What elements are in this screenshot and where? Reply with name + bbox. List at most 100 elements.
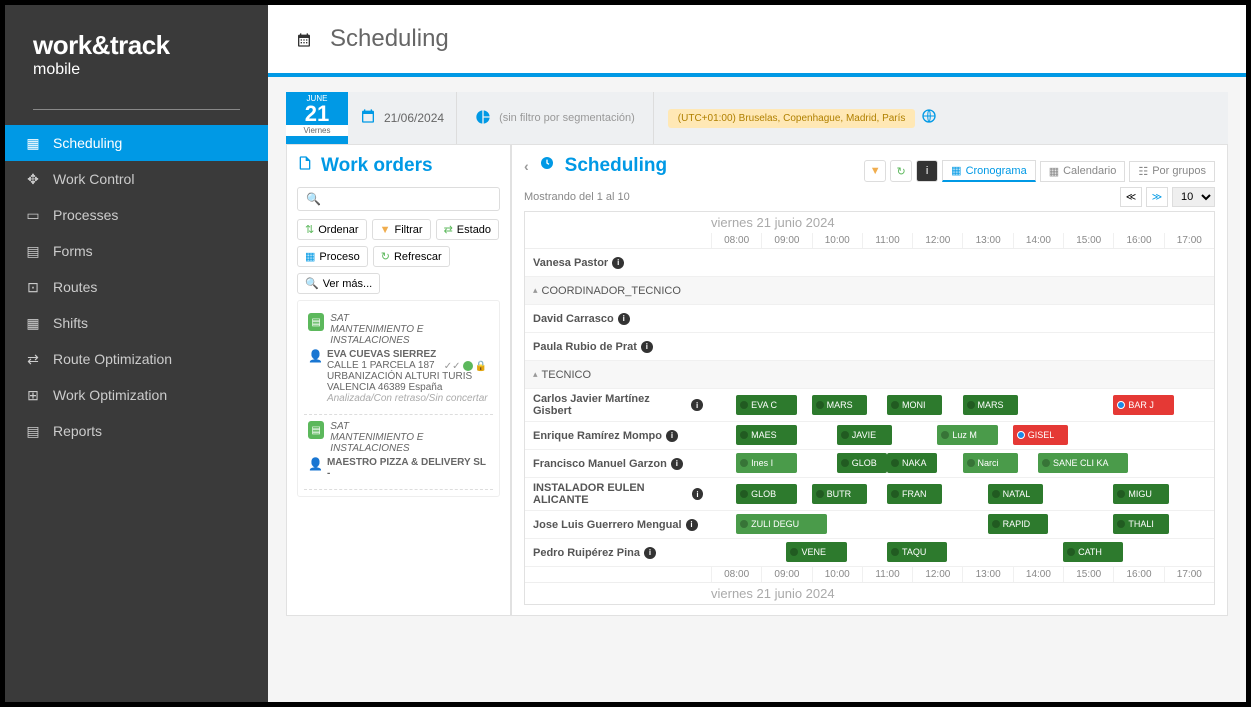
- info-icon[interactable]: i: [671, 458, 683, 470]
- row-track[interactable]: VENE TAQU CATH: [711, 539, 1214, 566]
- scheduled-task[interactable]: Luz M: [937, 425, 997, 445]
- scheduled-task[interactable]: THALI: [1113, 514, 1168, 534]
- page-size-select[interactable]: 10: [1172, 187, 1215, 207]
- nav-label: Routes: [53, 279, 97, 295]
- scheduled-task[interactable]: TAQU: [887, 542, 947, 562]
- info-icon[interactable]: i: [618, 313, 630, 325]
- scheduled-task[interactable]: MARS: [812, 395, 867, 415]
- tab-cronograma[interactable]: ▦ Cronograma: [942, 160, 1036, 182]
- info-icon[interactable]: i: [692, 488, 703, 500]
- sort-button[interactable]: ⇅Ordenar: [297, 219, 367, 240]
- scheduled-task[interactable]: Narci: [963, 453, 1018, 473]
- gantt-group-row: ▴ TECNICO: [525, 361, 1214, 389]
- sidebar-item-routes[interactable]: ⊡Routes: [5, 269, 268, 305]
- view-more-button[interactable]: 🔍Ver más...: [297, 273, 380, 294]
- scheduled-task[interactable]: SANE CLI KA: [1038, 453, 1129, 473]
- gantt-person-row: Paula Rubio de Prat i: [525, 333, 1214, 361]
- row-track[interactable]: [711, 361, 1214, 388]
- chevron-up-icon[interactable]: ▴: [533, 285, 538, 296]
- task-dot-icon: [992, 520, 1000, 528]
- collapse-arrow-icon[interactable]: ‹: [524, 158, 529, 174]
- sidebar-item-forms[interactable]: ▤Forms: [5, 233, 268, 269]
- scheduled-task[interactable]: MONI: [887, 395, 942, 415]
- row-track[interactable]: [711, 305, 1214, 332]
- refresh-button[interactable]: ↻Refrescar: [373, 246, 450, 267]
- task-dot-icon: [1117, 520, 1125, 528]
- row-track[interactable]: EVA C MARS MONI MARS BAR J: [711, 392, 1214, 419]
- sidebar-item-scheduling[interactable]: ▦Scheduling: [5, 125, 268, 161]
- task-dot-icon: [841, 459, 849, 467]
- sidebar-item-shifts[interactable]: ▦Shifts: [5, 305, 268, 341]
- scheduled-task[interactable]: MARS: [963, 395, 1018, 415]
- scheduled-task[interactable]: MIGU: [1113, 484, 1168, 504]
- pager-next[interactable]: ≫: [1146, 187, 1168, 207]
- sidebar-item-work-control[interactable]: ✥Work Control: [5, 161, 268, 197]
- chevron-up-icon[interactable]: ▴: [533, 369, 538, 380]
- info-tool[interactable]: i: [916, 160, 938, 182]
- row-track[interactable]: [711, 333, 1214, 360]
- row-name: Paula Rubio de Prat i: [525, 337, 711, 357]
- row-name: Enrique Ramírez Mompo i: [525, 426, 711, 446]
- date-day: 21: [298, 103, 336, 125]
- sidebar-item-processes[interactable]: ▭Processes: [5, 197, 268, 233]
- timezone-badge[interactable]: (UTC+01:00) Bruselas, Copenhague, Madrid…: [654, 92, 952, 144]
- calendar-pick-icon[interactable]: [360, 108, 376, 129]
- info-icon[interactable]: i: [644, 547, 656, 559]
- scheduled-task[interactable]: NATAL: [988, 484, 1043, 504]
- sidebar-item-work-optimization[interactable]: ⊞Work Optimization: [5, 377, 268, 413]
- work-order-list[interactable]: ▤SATMANTENIMIENTO E INSTALACIONES👤EVA CU…: [297, 300, 500, 497]
- row-track[interactable]: Ines I GLOBNAKA Narci SANE CLI KA: [711, 450, 1214, 477]
- sidebar-item-reports[interactable]: ▤Reports: [5, 413, 268, 449]
- pie-icon: [475, 109, 491, 128]
- scheduled-task[interactable]: BAR J: [1113, 395, 1173, 415]
- segmentation-filter[interactable]: (sin filtro por segmentación): [457, 92, 654, 144]
- scheduled-task[interactable]: VENE: [786, 542, 846, 562]
- scheduled-task[interactable]: FRAN: [887, 484, 942, 504]
- scheduled-task[interactable]: JAVIE: [837, 425, 892, 445]
- scheduled-task[interactable]: CATH: [1063, 542, 1123, 562]
- refresh-tool[interactable]: ↻: [890, 160, 912, 182]
- info-icon[interactable]: i: [666, 430, 678, 442]
- nav-icon: ▦: [25, 135, 41, 151]
- process-button[interactable]: ▦Proceso: [297, 246, 368, 267]
- row-track[interactable]: ZULI DEGU RAPID THALI: [711, 511, 1214, 538]
- date-weekday: Viernes: [286, 125, 348, 136]
- hour-label: 14:00: [1013, 233, 1063, 248]
- scheduled-task[interactable]: GLOB: [837, 453, 887, 473]
- work-order-card[interactable]: ▤SATMANTENIMIENTO E INSTALACIONES👤EVA CU…: [304, 307, 493, 415]
- scheduled-task[interactable]: EVA C: [736, 395, 796, 415]
- work-order-card[interactable]: ▤SATMANTENIMIENTO E INSTALACIONES👤MAESTR…: [304, 415, 493, 490]
- scheduled-task[interactable]: Ines I: [736, 453, 796, 473]
- row-track[interactable]: [711, 277, 1214, 304]
- row-name: INSTALADOR EULEN ALICANTE i: [525, 478, 711, 510]
- scheduled-task[interactable]: RAPID: [988, 514, 1048, 534]
- nav-icon: ▭: [25, 207, 41, 223]
- scheduled-task[interactable]: MAES: [736, 425, 796, 445]
- row-track[interactable]: [711, 249, 1214, 276]
- scheduled-task[interactable]: GLOB: [736, 484, 796, 504]
- nav: ▦Scheduling✥Work Control▭Processes▤Forms…: [5, 125, 268, 449]
- row-track[interactable]: MAES JAVIE Luz M GISEL: [711, 422, 1214, 449]
- filter-tool[interactable]: ▼: [864, 160, 886, 182]
- tab-porgrupos[interactable]: ☷ Por grupos: [1129, 161, 1215, 182]
- pager-first[interactable]: ≪: [1120, 187, 1142, 207]
- info-icon[interactable]: i: [612, 257, 624, 269]
- date-picker[interactable]: 21/06/2024: [348, 92, 457, 144]
- row-track[interactable]: GLOB BUTR FRAN NATAL MIGU: [711, 481, 1214, 508]
- tab-calendario[interactable]: ▦ Calendario: [1040, 161, 1126, 182]
- info-icon[interactable]: i: [686, 519, 698, 531]
- task-dot-icon: [1017, 431, 1025, 439]
- gantt-person-row: Vanesa Pastor i: [525, 249, 1214, 277]
- search-input[interactable]: [297, 187, 500, 211]
- status-button[interactable]: ⇄Estado: [436, 219, 499, 240]
- info-icon[interactable]: i: [641, 341, 653, 353]
- scheduled-task[interactable]: GISEL: [1013, 425, 1068, 445]
- scheduled-task[interactable]: BUTR: [812, 484, 867, 504]
- scheduled-task[interactable]: ZULI DEGU: [736, 514, 827, 534]
- info-icon[interactable]: i: [691, 399, 703, 411]
- doc-icon: ▤: [308, 421, 324, 439]
- filter-button[interactable]: ▼Filtrar: [372, 219, 431, 240]
- date-box[interactable]: JUNE 21 Viernes: [286, 92, 348, 144]
- sidebar-item-route-optimization[interactable]: ⇄Route Optimization: [5, 341, 268, 377]
- scheduled-task[interactable]: NAKA: [887, 453, 937, 473]
